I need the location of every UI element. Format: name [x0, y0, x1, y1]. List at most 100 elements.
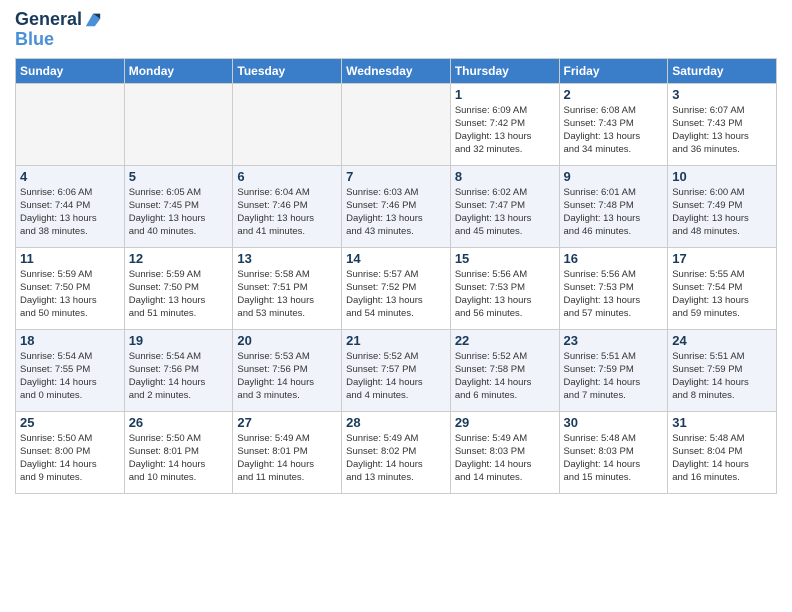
day-detail: Sunrise: 5:48 AM Sunset: 8:03 PM Dayligh…: [564, 432, 664, 485]
day-detail: Sunrise: 5:51 AM Sunset: 7:59 PM Dayligh…: [564, 350, 664, 403]
day-detail: Sunrise: 5:54 AM Sunset: 7:55 PM Dayligh…: [20, 350, 120, 403]
day-number: 25: [20, 415, 120, 430]
day-detail: Sunrise: 6:00 AM Sunset: 7:49 PM Dayligh…: [672, 186, 772, 239]
calendar-cell: 9 Sunrise: 6:01 AM Sunset: 7:48 PM Daylig…: [559, 165, 668, 247]
day-number: 27: [237, 415, 337, 430]
day-number: 28: [346, 415, 446, 430]
calendar-cell: 20 Sunrise: 5:53 AM Sunset: 7:56 PM Dayli…: [233, 329, 342, 411]
day-number: 23: [564, 333, 664, 348]
calendar-table: SundayMondayTuesdayWednesdayThursdayFrid…: [15, 58, 777, 494]
calendar-cell: 30 Sunrise: 5:48 AM Sunset: 8:03 PM Dayli…: [559, 411, 668, 493]
day-number: 3: [672, 87, 772, 102]
calendar-cell: 19 Sunrise: 5:54 AM Sunset: 7:56 PM Dayli…: [124, 329, 233, 411]
calendar-cell: 23 Sunrise: 5:51 AM Sunset: 7:59 PM Dayli…: [559, 329, 668, 411]
day-number: 5: [129, 169, 229, 184]
calendar-cell: 11 Sunrise: 5:59 AM Sunset: 7:50 PM Dayli…: [16, 247, 125, 329]
day-detail: Sunrise: 5:49 AM Sunset: 8:02 PM Dayligh…: [346, 432, 446, 485]
calendar-cell: 6 Sunrise: 6:04 AM Sunset: 7:46 PM Daylig…: [233, 165, 342, 247]
day-detail: Sunrise: 6:04 AM Sunset: 7:46 PM Dayligh…: [237, 186, 337, 239]
day-detail: Sunrise: 5:54 AM Sunset: 7:56 PM Dayligh…: [129, 350, 229, 403]
day-number: 24: [672, 333, 772, 348]
calendar-cell: 15 Sunrise: 5:56 AM Sunset: 7:53 PM Dayli…: [450, 247, 559, 329]
day-number: 30: [564, 415, 664, 430]
day-detail: Sunrise: 6:09 AM Sunset: 7:42 PM Dayligh…: [455, 104, 555, 157]
day-detail: Sunrise: 5:56 AM Sunset: 7:53 PM Dayligh…: [564, 268, 664, 321]
day-number: 11: [20, 251, 120, 266]
day-detail: Sunrise: 5:49 AM Sunset: 8:03 PM Dayligh…: [455, 432, 555, 485]
day-detail: Sunrise: 5:50 AM Sunset: 8:00 PM Dayligh…: [20, 432, 120, 485]
calendar-week-row: 18 Sunrise: 5:54 AM Sunset: 7:55 PM Dayli…: [16, 329, 777, 411]
day-detail: Sunrise: 6:02 AM Sunset: 7:47 PM Dayligh…: [455, 186, 555, 239]
weekday-header-sunday: Sunday: [16, 58, 125, 83]
calendar-cell: 12Sunrise: 5:59 AM Sunset: 7:50 PM Dayli…: [124, 247, 233, 329]
calendar-week-row: 25 Sunrise: 5:50 AM Sunset: 8:00 PM Dayli…: [16, 411, 777, 493]
calendar-cell: 16Sunrise: 5:56 AM Sunset: 7:53 PM Dayli…: [559, 247, 668, 329]
day-number: 17: [672, 251, 772, 266]
day-detail: Sunrise: 5:59 AM Sunset: 7:50 PM Dayligh…: [129, 268, 229, 321]
calendar-cell: 22 Sunrise: 5:52 AM Sunset: 7:58 PM Dayli…: [450, 329, 559, 411]
day-number: 8: [455, 169, 555, 184]
calendar-cell: 17 Sunrise: 5:55 AM Sunset: 7:54 PM Dayli…: [668, 247, 777, 329]
day-number: 10: [672, 169, 772, 184]
day-number: 15: [455, 251, 555, 266]
day-number: 4: [20, 169, 120, 184]
calendar-cell: 26 Sunrise: 5:50 AM Sunset: 8:01 PM Dayli…: [124, 411, 233, 493]
day-detail: Sunrise: 6:07 AM Sunset: 7:43 PM Dayligh…: [672, 104, 772, 157]
day-number: 19: [129, 333, 229, 348]
day-number: 31: [672, 415, 772, 430]
weekday-header-tuesday: Tuesday: [233, 58, 342, 83]
day-number: 6: [237, 169, 337, 184]
logo-text: General: [15, 10, 82, 30]
day-number: 26: [129, 415, 229, 430]
day-detail: Sunrise: 6:03 AM Sunset: 7:46 PM Dayligh…: [346, 186, 446, 239]
calendar-cell: 21Sunrise: 5:52 AM Sunset: 7:57 PM Dayli…: [342, 329, 451, 411]
logo-blue: Blue: [15, 30, 102, 50]
day-number: 18: [20, 333, 120, 348]
day-detail: Sunrise: 5:55 AM Sunset: 7:54 PM Dayligh…: [672, 268, 772, 321]
calendar-cell: [124, 83, 233, 165]
day-detail: Sunrise: 5:52 AM Sunset: 7:58 PM Dayligh…: [455, 350, 555, 403]
calendar-week-row: 1 Sunrise: 6:09 AM Sunset: 7:42 PM Daylig…: [16, 83, 777, 165]
day-number: 20: [237, 333, 337, 348]
calendar-week-row: 11 Sunrise: 5:59 AM Sunset: 7:50 PM Dayli…: [16, 247, 777, 329]
calendar-cell: 25 Sunrise: 5:50 AM Sunset: 8:00 PM Dayli…: [16, 411, 125, 493]
day-number: 2: [564, 87, 664, 102]
calendar-cell: 24 Sunrise: 5:51 AM Sunset: 7:59 PM Dayli…: [668, 329, 777, 411]
weekday-header-friday: Friday: [559, 58, 668, 83]
calendar-cell: 4 Sunrise: 6:06 AM Sunset: 7:44 PM Daylig…: [16, 165, 125, 247]
day-detail: Sunrise: 5:51 AM Sunset: 7:59 PM Dayligh…: [672, 350, 772, 403]
calendar-cell: 5Sunrise: 6:05 AM Sunset: 7:45 PM Daylig…: [124, 165, 233, 247]
calendar-cell: 29Sunrise: 5:49 AM Sunset: 8:03 PM Dayli…: [450, 411, 559, 493]
day-number: 22: [455, 333, 555, 348]
calendar-cell: [342, 83, 451, 165]
calendar-cell: 1 Sunrise: 6:09 AM Sunset: 7:42 PM Daylig…: [450, 83, 559, 165]
weekday-header-saturday: Saturday: [668, 58, 777, 83]
day-detail: Sunrise: 5:49 AM Sunset: 8:01 PM Dayligh…: [237, 432, 337, 485]
logo-icon: [84, 10, 102, 28]
calendar-cell: [16, 83, 125, 165]
day-detail: Sunrise: 5:48 AM Sunset: 8:04 PM Dayligh…: [672, 432, 772, 485]
day-detail: Sunrise: 5:58 AM Sunset: 7:51 PM Dayligh…: [237, 268, 337, 321]
day-detail: Sunrise: 5:56 AM Sunset: 7:53 PM Dayligh…: [455, 268, 555, 321]
weekday-header-row: SundayMondayTuesdayWednesdayThursdayFrid…: [16, 58, 777, 83]
calendar-cell: 27 Sunrise: 5:49 AM Sunset: 8:01 PM Dayli…: [233, 411, 342, 493]
day-detail: Sunrise: 6:06 AM Sunset: 7:44 PM Dayligh…: [20, 186, 120, 239]
day-number: 14: [346, 251, 446, 266]
calendar-cell: 14 Sunrise: 5:57 AM Sunset: 7:52 PM Dayli…: [342, 247, 451, 329]
day-number: 1: [455, 87, 555, 102]
day-detail: Sunrise: 5:50 AM Sunset: 8:01 PM Dayligh…: [129, 432, 229, 485]
day-detail: Sunrise: 6:01 AM Sunset: 7:48 PM Dayligh…: [564, 186, 664, 239]
day-number: 7: [346, 169, 446, 184]
header: General Blue: [15, 10, 777, 50]
day-detail: Sunrise: 5:59 AM Sunset: 7:50 PM Dayligh…: [20, 268, 120, 321]
calendar-cell: 8 Sunrise: 6:02 AM Sunset: 7:47 PM Daylig…: [450, 165, 559, 247]
day-number: 21: [346, 333, 446, 348]
day-number: 9: [564, 169, 664, 184]
calendar-cell: [233, 83, 342, 165]
calendar-cell: 13 Sunrise: 5:58 AM Sunset: 7:51 PM Dayli…: [233, 247, 342, 329]
day-detail: Sunrise: 5:57 AM Sunset: 7:52 PM Dayligh…: [346, 268, 446, 321]
day-number: 13: [237, 251, 337, 266]
calendar-cell: 31 Sunrise: 5:48 AM Sunset: 8:04 PM Dayli…: [668, 411, 777, 493]
day-detail: Sunrise: 5:53 AM Sunset: 7:56 PM Dayligh…: [237, 350, 337, 403]
calendar-cell: 28 Sunrise: 5:49 AM Sunset: 8:02 PM Dayli…: [342, 411, 451, 493]
